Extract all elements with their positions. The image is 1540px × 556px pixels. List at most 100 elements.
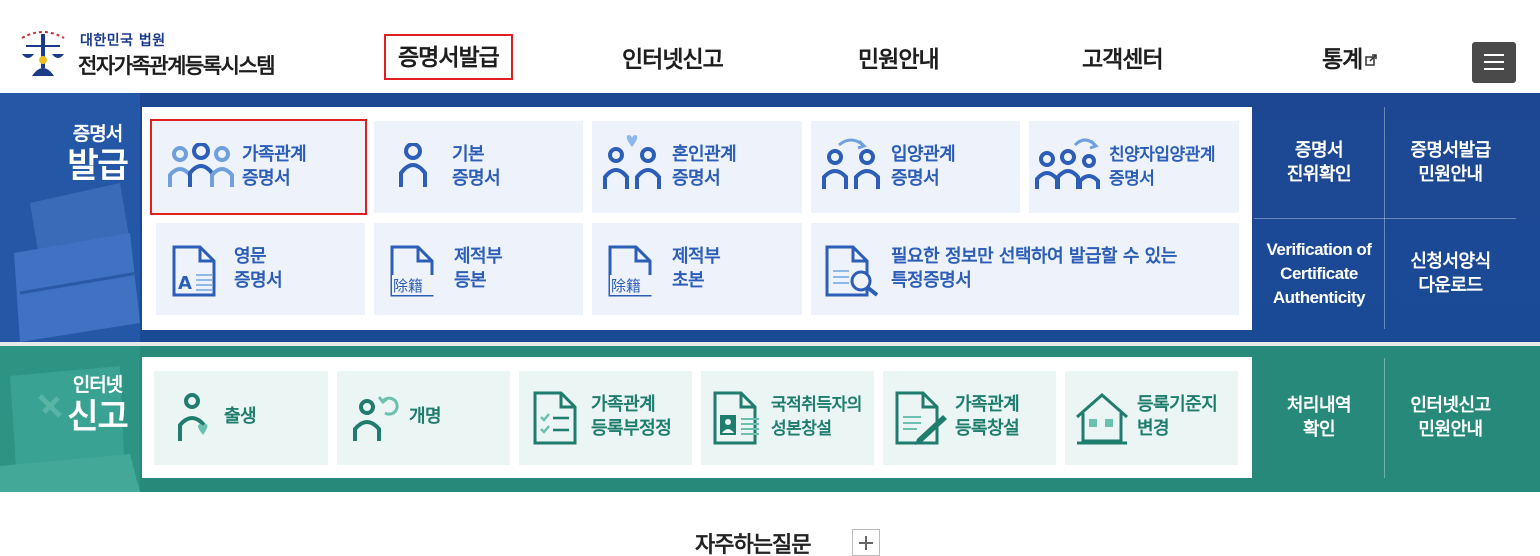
name-change-icon [353,396,399,441]
tile-label: 개명 [409,406,442,427]
side-cert-verify[interactable]: 증명서 진위확인 [1254,107,1384,218]
side-line1: 증명서 [1294,139,1344,161]
tile-family-relation-cert[interactable]: 가족관계증명서 [150,119,367,215]
nav-customer-center[interactable]: 고객센터 [1082,40,1164,74]
label-line1: 친양자입양관계 [1109,145,1215,165]
label-line1: 가족관계 [955,394,1020,415]
search-doc-icon [825,245,879,297]
label-line1: 영문 [234,246,267,267]
tile-label: 영문증명서 [234,245,283,293]
tile-label: 국적취득자의성본창설 [771,393,862,441]
tile-registration-base-change[interactable]: 등록기준지 변경 [1065,371,1238,465]
report-title-big: 신고 [67,397,129,437]
label-line1: 국적취득자의 [771,395,862,415]
side-cert-verify-text: 증명서 진위확인 [1286,139,1352,187]
tile-full-adoption-cert[interactable]: 친양자입양관계증명서 [1029,121,1239,213]
label-line2: 증명서 [234,270,283,291]
side-report-guide-text: 인터넷신고 민원안내 [1410,394,1491,442]
tile-label: 제적부등본 [454,245,503,293]
label-line2: 등록부정정 [591,418,672,439]
tile-basic-cert[interactable]: 기본 증명서 [374,121,583,213]
site-logo[interactable]: 대한민국 법원 전자가족관계등록시스템 [14,22,294,82]
label-line2: 변경 [1137,418,1170,439]
tile-marriage-cert[interactable]: 혼인관계증명서 [592,121,802,213]
side-cert-issue-guide[interactable]: 증명서발급 민원안내 [1385,107,1516,218]
label-line2: 증명서 [891,168,940,189]
side-line1: 증명서발급 [1410,139,1491,161]
tile-label: 기본 증명서 [452,143,501,191]
side-line2: 확인 [1302,419,1336,440]
side-form-download-text: 신청서양식 다운로드 [1410,250,1491,298]
side-line2: Certificate [1280,264,1358,283]
label-line1: 입양관계 [891,144,956,165]
birth-icon [178,393,208,441]
org-name: 대한민국 법원 [80,33,166,49]
side-line1: Verification of [1266,240,1372,259]
side-form-download[interactable]: 신청서양식 다운로드 [1385,219,1516,329]
nav-civil-guide[interactable]: 민원안내 [858,40,940,74]
label-line2: 특정증명서 [891,270,972,291]
menu-bar-mid [1484,61,1504,63]
tile-specific-cert[interactable]: 필요한 정보만 선택하여 발급할 수 있는 특정증명서 [811,223,1239,315]
certificate-title-big: 발급 [67,146,129,186]
faq-title[interactable]: 자주하는질문 [695,527,811,556]
nav-internet-report[interactable]: 인터넷신고 [622,40,724,74]
label-line1: 제적부 [454,246,503,267]
english-glyph: A [178,273,192,294]
checklist-doc-icon [533,391,577,445]
side-verification-en-text: Verification of Certificate Authenticity [1267,238,1372,310]
nav-certificate[interactable]: 증명서발급 [384,34,513,80]
nationality-doc-icon [713,391,759,445]
couple-heart-icon [603,135,661,189]
label-line1: 제적부 [672,246,721,267]
menu-bar-top [1484,54,1504,56]
certificate-section-title: 증명서 발급 [55,119,140,186]
side-line2: 다운로드 [1418,275,1483,296]
side-report-guide[interactable]: 인터넷신고 민원안내 [1385,358,1516,478]
external-link-icon [1365,54,1378,66]
tile-label: 가족관계등록부정정 [591,393,672,441]
system-name: 전자가족관계등록시스템 [78,54,276,78]
side-processing-history-text: 처리내역 확인 [1287,394,1352,442]
label-line2: 증명서 [672,168,721,189]
tile-nationality-surname[interactable]: 국적취득자의성본창설 [701,371,874,465]
report-title-small: 인터넷 [72,374,123,396]
person-icon [399,143,427,187]
tile-removed-register-abstract[interactable]: 除籍 제적부 초본 [592,223,802,315]
hamburger-menu-button[interactable] [1472,42,1516,83]
tile-birth-report[interactable]: 출생 [154,371,328,465]
label-line1: 혼인관계 [672,144,737,165]
family-three-icon [168,143,234,187]
tile-label: 입양관계증명서 [891,143,956,191]
site-header: 대한민국 법원 전자가족관계등록시스템 증명서발급 인터넷신고 민원안내 고객센… [0,0,1540,93]
tile-register-creation[interactable]: 가족관계 등록창설 [883,371,1056,465]
court-emblem-icon [21,31,65,76]
tile-english-cert[interactable]: A 영문증명서 [156,223,365,315]
faq-expand-button[interactable] [852,529,880,556]
label-line2: 증명서 [242,168,291,189]
nav-statistics-label: 통계 [1322,47,1363,73]
label-line2: 초본 [672,270,705,291]
side-line3: Authenticity [1272,288,1366,307]
tile-name-change[interactable]: 개명 [337,371,510,465]
nav-statistics[interactable]: 통계 [1322,40,1378,74]
tile-removed-register-copy[interactable]: 除籍 제적부 등본 [374,223,583,315]
tile-label: 출생 [224,406,257,427]
full-adoption-icon [1035,138,1100,189]
label-line2: 등본 [454,270,487,291]
label-line1: 가족관계 [242,144,307,165]
report-panel: 출생 개명 가족관계 등록부정정 국적취득자의 성본창설 가족관계 등록창설 등… [142,357,1252,478]
label-line2: 증명서 [1109,169,1155,189]
side-processing-history[interactable]: 처리내역 확인 [1254,358,1384,478]
menu-bar-bottom [1484,68,1504,70]
side-verification-en[interactable]: Verification of Certificate Authenticity [1254,219,1384,329]
certificate-panel: 가족관계 증명서 기본 증명서 혼인관계 증명서 입양관계 증명서 친양자입양관… [142,107,1252,330]
tile-label: 가족관계 등록창설 [955,393,1020,441]
side-line2: 민원안내 [1418,163,1483,185]
tile-label: 제적부초본 [672,245,721,293]
side-line2: 진위확인 [1286,163,1352,185]
label-line1: 가족관계 [591,394,656,415]
tile-register-correction[interactable]: 가족관계등록부정정 [519,371,692,465]
label-line2: 성본창설 [771,419,832,439]
tile-adoption-cert[interactable]: 입양관계증명서 [811,121,1020,213]
